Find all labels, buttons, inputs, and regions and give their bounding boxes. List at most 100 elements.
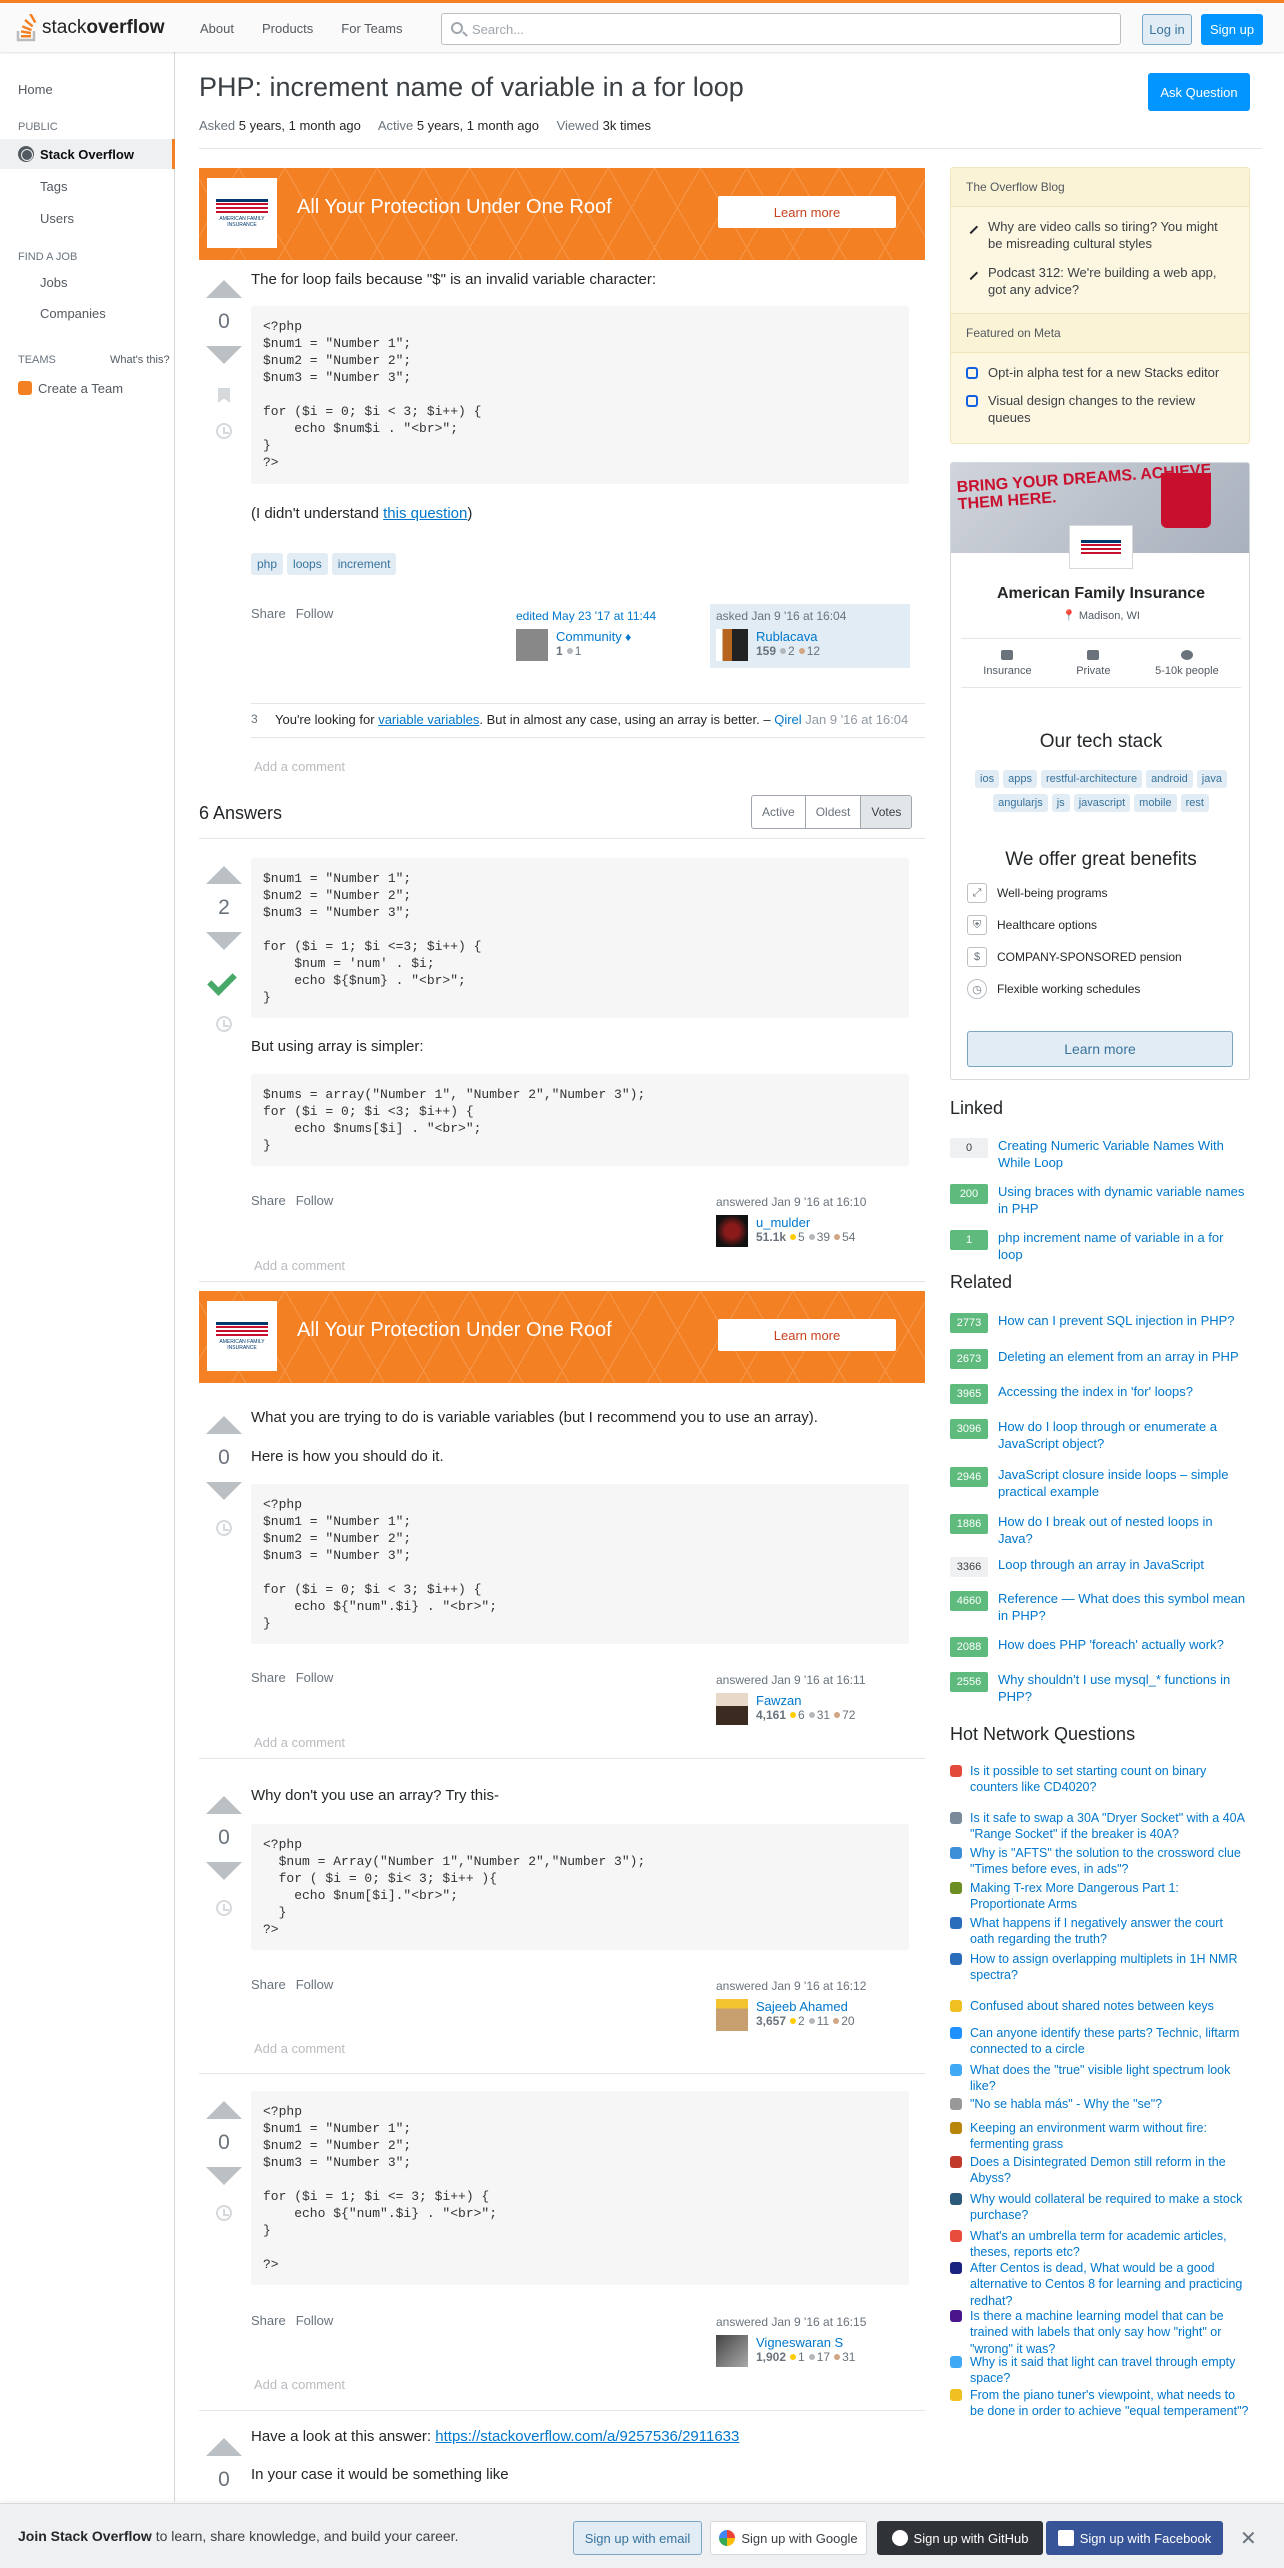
- tag[interactable]: ios: [975, 770, 1000, 788]
- ask-question-button[interactable]: Ask Question: [1148, 73, 1250, 111]
- blog-item[interactable]: Podcast 312: We're building a web app, g…: [951, 259, 1249, 305]
- related-question[interactable]: 3965 Accessing the index in 'for' loops?: [950, 1384, 1250, 1404]
- share-link[interactable]: Share: [251, 1670, 286, 1685]
- nav-products[interactable]: Products: [248, 13, 327, 44]
- user-link[interactable]: Sajeeb Ahamed: [756, 1999, 848, 2014]
- company-learn-more-button[interactable]: Learn more: [967, 1031, 1233, 1067]
- follow-link[interactable]: Follow: [296, 1670, 334, 1685]
- tag[interactable]: rest: [1180, 794, 1209, 812]
- avatar[interactable]: [716, 1693, 748, 1725]
- history-icon[interactable]: [216, 1900, 232, 1916]
- avatar[interactable]: [716, 1999, 748, 2031]
- nav-stackoverflow[interactable]: Stack Overflow: [0, 139, 175, 169]
- history-icon[interactable]: [216, 2205, 232, 2221]
- add-comment-link[interactable]: Add a comment: [254, 2041, 345, 2056]
- avatar[interactable]: [716, 2335, 748, 2367]
- upvote-icon[interactable]: [206, 866, 242, 884]
- add-comment-link[interactable]: Add a comment: [254, 1258, 345, 1273]
- this-question-link[interactable]: this question: [383, 505, 467, 522]
- sort-active[interactable]: Active: [752, 796, 806, 828]
- related-question[interactable]: 3096 How do I loop through or enumerate a…: [950, 1419, 1250, 1453]
- avatar[interactable]: [716, 629, 748, 661]
- share-link[interactable]: Share: [251, 1193, 286, 1208]
- close-icon[interactable]: ✕: [1240, 2526, 1257, 2551]
- signup-github-button[interactable]: Sign up with GitHub: [877, 2521, 1043, 2555]
- avatar[interactable]: [716, 1215, 748, 1247]
- hot-network-question[interactable]: Is it possible to set starting count on …: [950, 1763, 1250, 1796]
- share-link[interactable]: Share: [251, 1977, 286, 1992]
- follow-link[interactable]: Follow: [296, 2313, 334, 2328]
- hot-network-question[interactable]: Can anyone identify these parts? Technic…: [950, 2025, 1250, 2058]
- hot-network-question[interactable]: Is it safe to swap a 30A "Dryer Socket" …: [950, 1810, 1250, 1843]
- ad-banner[interactable]: AMERICAN FAMILY INSURANCE All Your Prote…: [199, 168, 925, 260]
- history-icon[interactable]: [216, 423, 232, 439]
- hot-network-question[interactable]: Why is "AFTS" the solution to the crossw…: [950, 1845, 1250, 1878]
- comment-user-link[interactable]: Qirel: [774, 712, 801, 727]
- sort-votes[interactable]: Votes: [861, 796, 912, 828]
- tag[interactable]: mobile: [1134, 794, 1177, 812]
- hot-network-question[interactable]: What happens if I negatively answer the …: [950, 1915, 1250, 1948]
- upvote-icon[interactable]: [206, 1416, 242, 1434]
- signup-facebook-button[interactable]: Sign up with Facebook: [1046, 2521, 1223, 2555]
- history-icon[interactable]: [216, 1520, 232, 1536]
- tag[interactable]: angularjs: [993, 794, 1048, 812]
- hot-network-question[interactable]: Is there a machine learning model that c…: [950, 2308, 1250, 2357]
- related-question[interactable]: 2946 JavaScript closure inside loops – si…: [950, 1467, 1250, 1501]
- search-input[interactable]: Search...: [441, 13, 1121, 45]
- tag[interactable]: js: [1051, 794, 1070, 812]
- variable-variables-link[interactable]: variable variables: [378, 712, 479, 727]
- signup-button[interactable]: Sign up: [1201, 14, 1263, 45]
- hot-network-question[interactable]: "No se habla más" - Why the "se"?: [950, 2096, 1250, 2112]
- hot-network-question[interactable]: Why is it said that light can travel thr…: [950, 2354, 1250, 2387]
- sort-oldest[interactable]: Oldest: [806, 796, 862, 828]
- downvote-icon[interactable]: [206, 346, 242, 364]
- add-comment-link[interactable]: Add a comment: [254, 2377, 345, 2392]
- upvote-icon[interactable]: [206, 1796, 242, 1814]
- answer-link[interactable]: https://stackoverflow.com/a/9257536/2911…: [435, 2428, 739, 2445]
- downvote-icon[interactable]: [206, 2167, 242, 2185]
- downvote-icon[interactable]: [206, 1482, 242, 1500]
- user-link[interactable]: Rublacava: [756, 629, 817, 644]
- blog-item[interactable]: Why are video calls so tiring? You might…: [951, 207, 1249, 259]
- tag[interactable]: apps: [1003, 770, 1037, 788]
- nav-jobs[interactable]: Jobs: [40, 275, 67, 290]
- related-question[interactable]: 2088 How does PHP 'foreach' actually work…: [950, 1637, 1250, 1657]
- upvote-icon[interactable]: [206, 2438, 242, 2456]
- nav-tags[interactable]: Tags: [40, 179, 67, 194]
- related-question[interactable]: 2556 Why shouldn't I use mysql_* function…: [950, 1672, 1250, 1706]
- hot-network-question[interactable]: How to assign overlapping multiplets in …: [950, 1951, 1250, 1984]
- follow-link[interactable]: Follow: [296, 1193, 334, 1208]
- share-link[interactable]: Share: [251, 606, 286, 621]
- follow-link[interactable]: Follow: [296, 606, 334, 621]
- hot-network-question[interactable]: Why would collateral be required to make…: [950, 2191, 1250, 2224]
- upvote-icon[interactable]: [206, 280, 242, 298]
- ad-learn-more-button[interactable]: Learn more: [718, 1319, 896, 1351]
- signup-google-button[interactable]: Sign up with Google: [710, 2521, 867, 2555]
- nav-for-teams[interactable]: For Teams: [327, 13, 416, 44]
- nav-users[interactable]: Users: [40, 211, 74, 226]
- related-question[interactable]: 4660 Reference — What does this symbol me…: [950, 1591, 1250, 1625]
- related-question[interactable]: 2673 Deleting an element from an array in…: [950, 1349, 1250, 1369]
- edited-link[interactable]: edited May 23 '17 at 11:44: [516, 609, 656, 623]
- downvote-icon[interactable]: [206, 932, 242, 950]
- hot-network-question[interactable]: From the piano tuner's viewpoint, what n…: [950, 2387, 1250, 2420]
- history-icon[interactable]: [216, 1016, 232, 1032]
- bookmark-icon[interactable]: [218, 388, 230, 403]
- hot-network-question[interactable]: What does the "true" visible light spect…: [950, 2062, 1250, 2095]
- share-link[interactable]: Share: [251, 2313, 286, 2328]
- add-comment-link[interactable]: Add a comment: [254, 1735, 345, 1750]
- company-logo[interactable]: [1069, 525, 1133, 569]
- company-name[interactable]: American Family Insurance: [951, 585, 1249, 603]
- downvote-icon[interactable]: [206, 1862, 242, 1880]
- login-button[interactable]: Log in: [1142, 14, 1192, 45]
- related-question[interactable]: 3366 Loop through an array in JavaScript: [950, 1557, 1250, 1577]
- nav-home[interactable]: Home: [18, 82, 53, 97]
- tag[interactable]: javascript: [1073, 794, 1131, 812]
- hot-network-question[interactable]: What's an umbrella term for academic art…: [950, 2228, 1250, 2261]
- nav-companies[interactable]: Companies: [40, 306, 106, 321]
- upvote-icon[interactable]: [206, 2101, 242, 2119]
- follow-link[interactable]: Follow: [296, 1977, 334, 1992]
- question-title[interactable]: PHP: increment name of variable in a for…: [199, 72, 744, 103]
- whats-this-link[interactable]: What's this?: [110, 354, 170, 366]
- tag-loops[interactable]: loops: [287, 553, 328, 575]
